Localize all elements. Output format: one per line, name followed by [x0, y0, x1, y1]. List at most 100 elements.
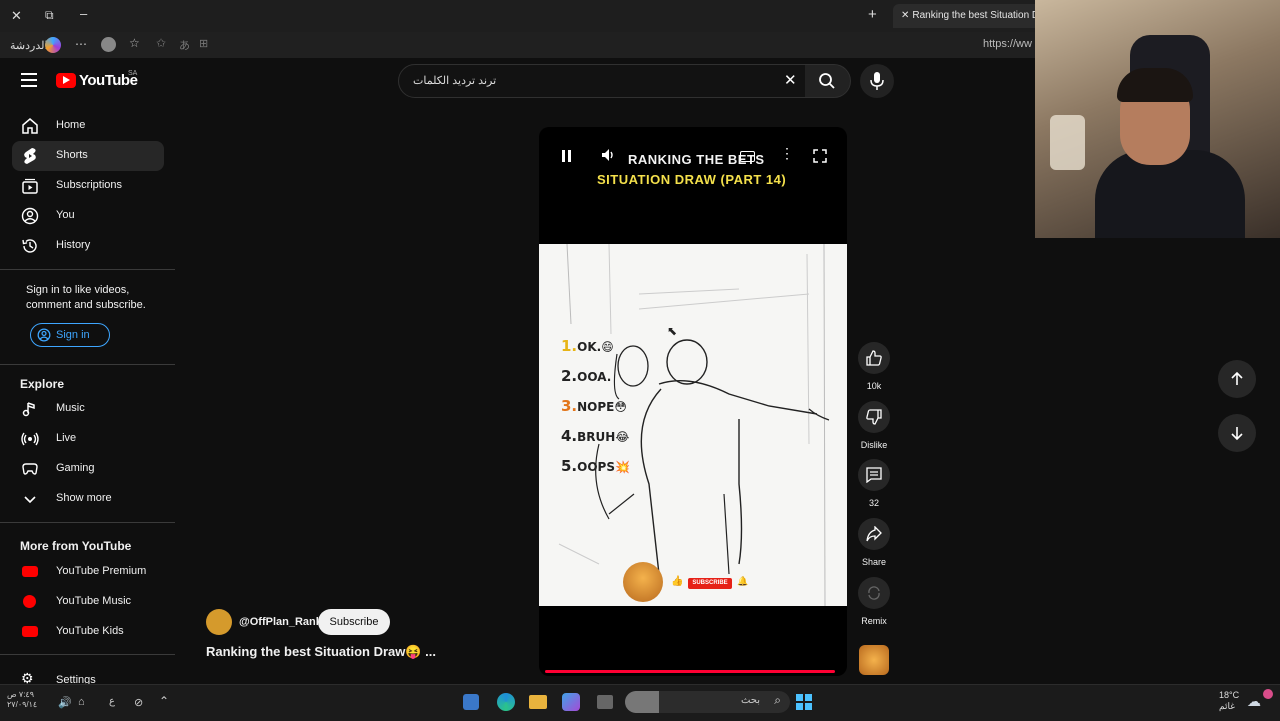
- url-text[interactable]: https://ww: [983, 38, 1032, 50]
- dislike-button[interactable]: [858, 401, 890, 433]
- sidebar-item-you[interactable]: You: [12, 201, 164, 231]
- video-progress-bar[interactable]: [545, 670, 835, 673]
- music-icon: [22, 402, 35, 417]
- previous-short-button[interactable]: [1218, 360, 1256, 398]
- chat-button[interactable]: الدردشة: [10, 39, 48, 52]
- sidebar-item-history[interactable]: History: [12, 231, 164, 261]
- restore-window-icon[interactable]: ⧉: [45, 8, 54, 23]
- file-explorer-icon[interactable]: [529, 695, 547, 709]
- tab-title: Ranking the best Situation Dr: [912, 10, 1043, 21]
- close-window-icon[interactable]: ✕: [11, 8, 22, 24]
- chevron-up-icon[interactable]: ⌃: [159, 694, 169, 708]
- thumbs-up-icon: 👍: [671, 576, 684, 587]
- sidebar-divider: [0, 269, 175, 270]
- copilot-app-icon[interactable]: [562, 693, 580, 711]
- sidebar-item-label: Show more: [56, 492, 112, 504]
- arrow-down-icon: [1231, 427, 1243, 441]
- rank-text: BRUH😂: [577, 430, 630, 444]
- youtube-music-icon: [23, 595, 36, 608]
- sidebar-item-youtube-kids[interactable]: YouTube Kids: [12, 617, 164, 647]
- rank-text: NOPE😳: [577, 400, 627, 414]
- sidebar-item-label: Settings: [56, 674, 96, 684]
- channel-handle[interactable]: @OffPlan_Rank: [239, 616, 322, 628]
- rank-number: 2.: [561, 367, 578, 385]
- region-code: SA: [128, 70, 138, 77]
- chevron-down-icon: [24, 496, 36, 504]
- channel-avatar[interactable]: [206, 609, 232, 635]
- rank-number: 4.: [561, 427, 578, 445]
- video-player-bottom[interactable]: [539, 606, 847, 676]
- sidebar-item-gaming[interactable]: Gaming: [12, 454, 164, 484]
- sidebar-item-shorts[interactable]: Shorts: [12, 141, 164, 171]
- tab-close-icon[interactable]: ✕: [901, 10, 909, 21]
- hidden-app-icon[interactable]: ⊘: [134, 696, 143, 709]
- more-vertical-icon[interactable]: ⋮: [780, 146, 794, 160]
- add-favorite-icon[interactable]: ✩: [156, 36, 166, 50]
- more-options-icon[interactable]: ⋯: [75, 37, 87, 51]
- network-icon[interactable]: ⌂: [78, 696, 85, 708]
- minimize-window-icon[interactable]: –: [80, 6, 87, 21]
- taskbar-clock[interactable]: ٧:٤٩ ص ٢٧/٠٩/١٤: [7, 690, 37, 710]
- rank-item-1: 1.OK.😄: [561, 332, 630, 362]
- rank-number: 1.: [561, 337, 578, 355]
- language-indicator-icon[interactable]: ع: [109, 696, 115, 707]
- video-frame[interactable]: 1.OK.😄 2.OOA. 3.NOPE😳 4.BRUH😂 5.OOPS💥 👍 …: [539, 244, 847, 606]
- rank-number: 3.: [561, 397, 578, 415]
- like-button[interactable]: [858, 342, 890, 374]
- comments-button[interactable]: [858, 459, 890, 491]
- rank-item-2: 2.OOA.: [561, 362, 630, 392]
- sidebar-item-live[interactable]: Live: [12, 424, 164, 454]
- clear-search-icon[interactable]: ✕: [784, 71, 797, 89]
- sidebar-divider: [0, 654, 175, 655]
- subscribe-badge: SUBSCRIBE: [688, 578, 732, 589]
- remix-button[interactable]: [858, 577, 890, 609]
- fullscreen-icon[interactable]: [813, 149, 827, 163]
- favorites-icon[interactable]: ☆: [129, 36, 140, 50]
- profile-icon[interactable]: [101, 37, 116, 52]
- comment-count: 32: [868, 498, 879, 508]
- copilot-icon[interactable]: [45, 37, 61, 53]
- edge-browser-icon[interactable]: [497, 693, 515, 711]
- next-short-button[interactable]: [1218, 414, 1256, 452]
- task-view-icon[interactable]: [597, 695, 613, 709]
- translate-icon[interactable]: あ: [179, 37, 190, 53]
- weather-widget[interactable]: 18°C غائم: [1219, 690, 1239, 712]
- search-button[interactable]: [805, 64, 851, 98]
- sidebar-item-settings[interactable]: ⚙ Settings: [12, 666, 164, 684]
- pause-icon[interactable]: [562, 149, 571, 167]
- captions-icon[interactable]: [740, 151, 755, 162]
- sidebar-item-music[interactable]: Music: [12, 394, 164, 424]
- youtube-logo-icon[interactable]: [56, 73, 76, 88]
- app-icon[interactable]: ⊞: [199, 37, 208, 50]
- windows-start-icon[interactable]: [796, 694, 812, 710]
- ranking-list: 1.OK.😄 2.OOA. 3.NOPE😳 4.BRUH😂 5.OOPS💥: [561, 332, 630, 482]
- sign-in-button[interactable]: Sign in: [30, 323, 110, 347]
- taskbar-search-label: بحث: [740, 695, 760, 706]
- sidebar-item-subscriptions[interactable]: Subscriptions: [12, 171, 164, 201]
- taskbar-search[interactable]: بحث ⌕: [625, 691, 790, 713]
- rank-text: OOPS💥: [577, 460, 630, 474]
- subscriptions-icon: [22, 178, 38, 194]
- subscribe-button[interactable]: Subscribe: [318, 609, 390, 635]
- comment-icon: [866, 467, 882, 483]
- search-input[interactable]: ترند ترديد الكلمات: [413, 74, 496, 87]
- show-more-button[interactable]: Show more: [12, 484, 164, 514]
- clock-time: ٧:٤٩ ص: [7, 690, 35, 699]
- store-icon[interactable]: [463, 694, 479, 710]
- sound-thumbnail[interactable]: [859, 645, 889, 675]
- sidebar-item-youtube-premium[interactable]: YouTube Premium: [12, 557, 164, 587]
- arrow-up-icon: [1231, 371, 1243, 385]
- video-title[interactable]: Ranking the best Situation Draw😝 ...: [206, 644, 436, 660]
- browser-tab-active[interactable]: ✕ Ranking the best Situation Dr: [893, 4, 1043, 28]
- sidebar-item-youtube-music[interactable]: YouTube Music: [12, 587, 164, 617]
- webcam-overlay: [1035, 0, 1280, 238]
- mouse-cursor-icon: ⬉: [667, 324, 678, 338]
- voice-search-button[interactable]: [860, 64, 894, 98]
- share-button[interactable]: [858, 518, 890, 550]
- sidebar-item-home[interactable]: Home: [12, 111, 164, 141]
- new-tab-icon[interactable]: +: [868, 6, 877, 23]
- sidebar-item-label: Live: [56, 432, 77, 444]
- menu-icon[interactable]: [21, 73, 37, 87]
- volume-icon[interactable]: 🔊: [58, 696, 72, 709]
- volume-icon[interactable]: [601, 148, 617, 162]
